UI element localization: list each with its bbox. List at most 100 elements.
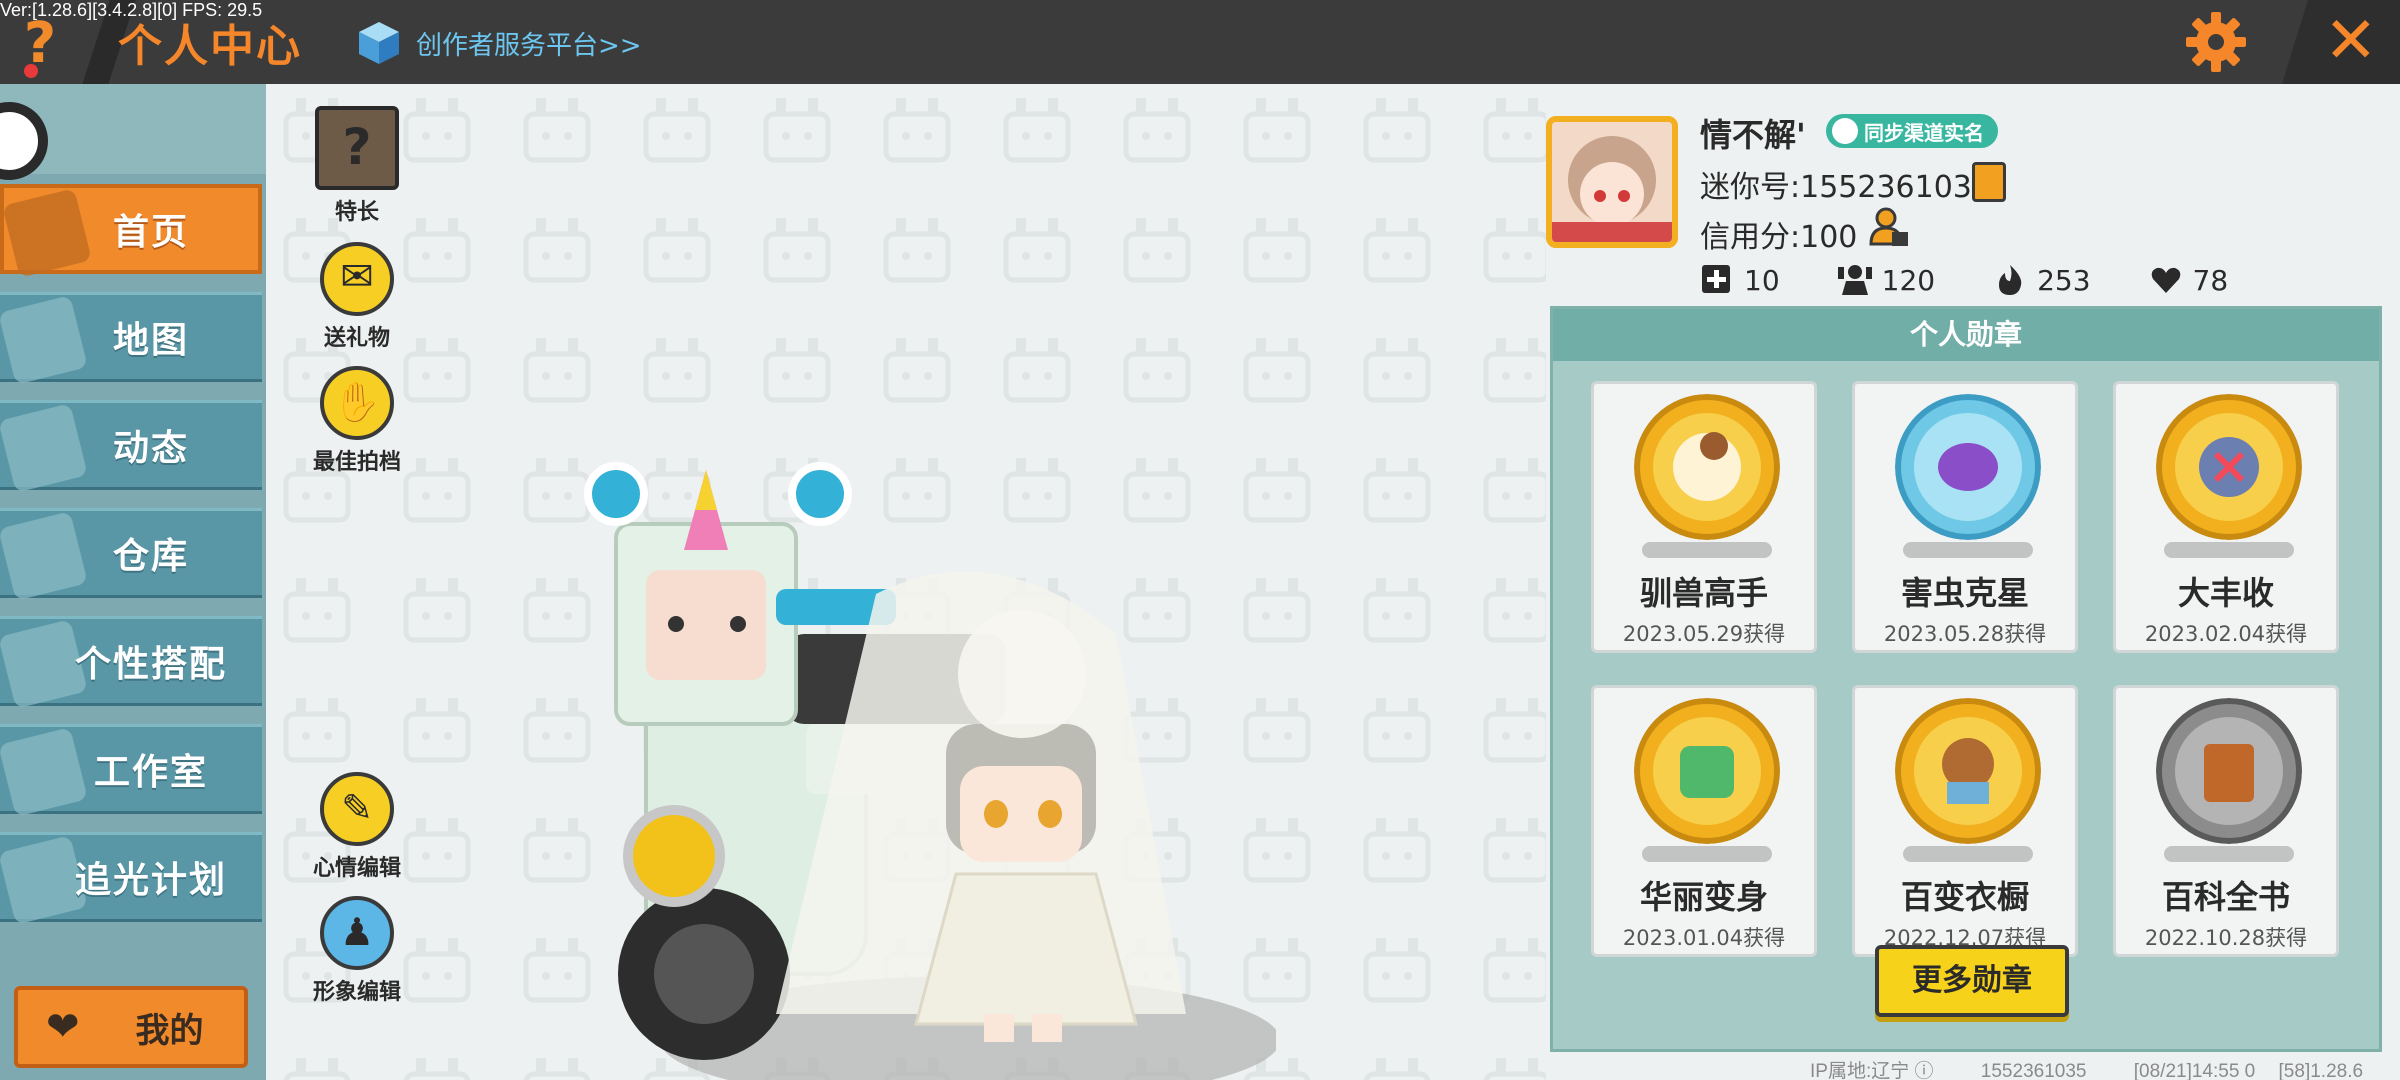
sidebar-item-studio[interactable]: 工作室	[0, 724, 262, 817]
best-partner-button[interactable]: ✋ 最佳拍档	[302, 366, 412, 476]
sidebar-item-feed[interactable]: 动态	[0, 400, 262, 493]
character-scooter-illustration	[584, 462, 1276, 1080]
specialty-label: 特长	[334, 200, 379, 225]
stat-popularity[interactable]: 253	[1993, 260, 2091, 300]
sidebar-item-home[interactable]: 首页	[0, 184, 262, 278]
bell-icon	[0, 403, 88, 493]
credit-score: 信用分:100	[1700, 220, 1858, 255]
stat-value: 253	[2037, 263, 2091, 297]
gear-icon[interactable]	[2184, 10, 2248, 74]
stat-likes[interactable]: 78	[2149, 260, 2229, 300]
medal-shadow	[1903, 542, 2033, 558]
sidebar-item-label: 首页	[112, 212, 189, 253]
bear-medal-icon	[1895, 698, 2041, 844]
mini-avatar-icon[interactable]	[0, 102, 48, 180]
more-medals-button[interactable]: 更多勋章	[1875, 945, 2069, 1017]
warehouse-icon	[0, 511, 88, 601]
medal-date: 2022.10.28获得	[2144, 926, 2308, 950]
mine-label: 我的	[135, 1010, 204, 1051]
top-bar: ? 个人中心 创作者服务平台>> ✕	[0, 0, 2400, 84]
profile-avatar[interactable]	[1546, 116, 1678, 248]
footer-version: [58]1.28.6	[2278, 1061, 2364, 1080]
creator-platform-label: 创作者服务平台>>	[416, 30, 642, 61]
sidebar-item-label: 动态	[112, 428, 189, 469]
sidebar-item-warehouse[interactable]: 仓库	[0, 508, 262, 601]
medal-name: 大丰收	[2177, 574, 2274, 612]
sidebar-item-label: 追光计划	[74, 860, 227, 901]
medal-card[interactable]: 百科全书 2022.10.28获得	[2113, 685, 2339, 957]
notification-dot	[24, 64, 38, 78]
specialty-button[interactable]: ? 特长	[302, 106, 412, 226]
close-button[interactable]: ✕	[2282, 0, 2400, 84]
copy-icon[interactable]	[1972, 162, 2006, 202]
stat-value: 78	[2192, 263, 2229, 297]
horse-monkey-medal-icon	[1634, 394, 1780, 540]
medal-shadow	[2164, 542, 2294, 558]
medal-card[interactable]: 驯兽高手 2023.05.29获得	[1591, 381, 1817, 653]
map-icon	[0, 295, 88, 385]
mood-edit-label: 心情编辑	[312, 856, 401, 881]
stat-followers[interactable]: 120	[1837, 260, 1936, 300]
handshake-icon: ✋	[320, 366, 394, 440]
footer-info: IP属地:辽宁 ⓘ 1552361035 [08/21]14:55 0 [58]…	[1810, 1056, 2400, 1080]
realname-label: 同步渠道实名	[1864, 120, 1984, 145]
medal-panel-title: 个人勋章	[1553, 309, 2379, 361]
avatar-edit-button[interactable]: ♟ 形象编辑	[302, 896, 412, 1006]
plus-flag-icon	[1702, 265, 1730, 293]
best-partner-label: 最佳拍档	[312, 450, 401, 475]
avatar-edit-label: 形象编辑	[312, 980, 401, 1005]
medal-date: 2023.01.04获得	[1622, 926, 1786, 950]
hearts-icon	[2151, 267, 2180, 293]
sidebar-item-map[interactable]: 地图	[0, 292, 262, 385]
credit-user-icon[interactable]	[1868, 206, 1910, 248]
sidebar-item-label: 工作室	[93, 752, 208, 793]
sidebar-item-outfit[interactable]: 个性搭配	[0, 616, 262, 709]
sidebar-top	[0, 84, 266, 180]
question-box-icon: ?	[315, 106, 399, 190]
dino-medal-icon	[1634, 698, 1780, 844]
followers-icon	[1837, 265, 1872, 295]
character-stage: ? 特长 ✉ 送礼物 ✋ 最佳拍档 ✎ 心情编辑 ♟ 形象编辑	[266, 84, 1546, 1080]
medal-card[interactable]: 大丰收 2023.02.04获得	[2113, 381, 2339, 653]
medal-shadow	[2164, 846, 2294, 862]
profile-name: 情不解'	[1700, 116, 1806, 154]
ip-location: IP属地:辽宁 ⓘ	[1810, 1061, 1934, 1080]
sidebar-item-label: 仓库	[112, 536, 189, 577]
gift-icon: ✉	[320, 242, 394, 316]
bug-medal-icon	[1895, 394, 2041, 540]
medal-name: 百科全书	[2161, 878, 2290, 916]
medal-card[interactable]: 百变衣橱 2022.12.07获得	[1852, 685, 2078, 957]
shirt-icon: ♟	[320, 896, 394, 970]
stat-works[interactable]: 10	[1700, 260, 1780, 300]
mood-edit-button[interactable]: ✎ 心情编辑	[302, 772, 412, 882]
medal-card[interactable]: 华丽变身 2023.01.04获得	[1591, 685, 1817, 957]
medal-name: 华丽变身	[1639, 878, 1768, 916]
help-button[interactable]: ?	[10, 12, 70, 78]
medal-shadow	[1903, 846, 2033, 862]
fps-readout: Ver:[1.28.6][3.4.2.8][0] FPS: 29.5	[0, 0, 263, 20]
medal-shadow	[1642, 846, 1772, 862]
profile-panel: 情不解' 同步渠道实名 迷你号:1552361035 信用分:100 10 12…	[1546, 84, 2400, 1080]
studio-icon	[0, 727, 88, 817]
realname-sync-badge[interactable]: 同步渠道实名	[1826, 114, 1998, 148]
close-icon: ✕	[2324, 4, 2378, 78]
sidebar-item-label: 个性搭配	[74, 644, 227, 685]
stat-value: 120	[1881, 263, 1936, 297]
sidebar-item-spotlight[interactable]: 追光计划	[0, 832, 262, 925]
house-icon	[2, 188, 92, 278]
send-gift-label: 送礼物	[323, 326, 390, 351]
send-gift-button[interactable]: ✉ 送礼物	[302, 242, 412, 352]
creator-platform-link[interactable]: 创作者服务平台>>	[356, 16, 642, 70]
medal-name: 驯兽高手	[1639, 574, 1768, 612]
cube-icon	[359, 22, 399, 64]
mini-id: 迷你号:1552361035	[1700, 170, 1991, 205]
book-medal-icon	[2156, 698, 2302, 844]
footer-uid: 1552361035	[1980, 1061, 2087, 1080]
medal-card[interactable]: 害虫克星 2023.05.28获得	[1852, 381, 2078, 653]
footer-time: [08/21]14:55 0	[2133, 1061, 2256, 1080]
flame-icon	[1999, 265, 2022, 295]
medal-name: 害虫克星	[1900, 574, 2029, 612]
mine-button[interactable]: ❤ 我的	[14, 986, 248, 1068]
heart-icon: ❤	[46, 1004, 80, 1050]
medal-date: 2023.05.29获得	[1622, 622, 1786, 646]
